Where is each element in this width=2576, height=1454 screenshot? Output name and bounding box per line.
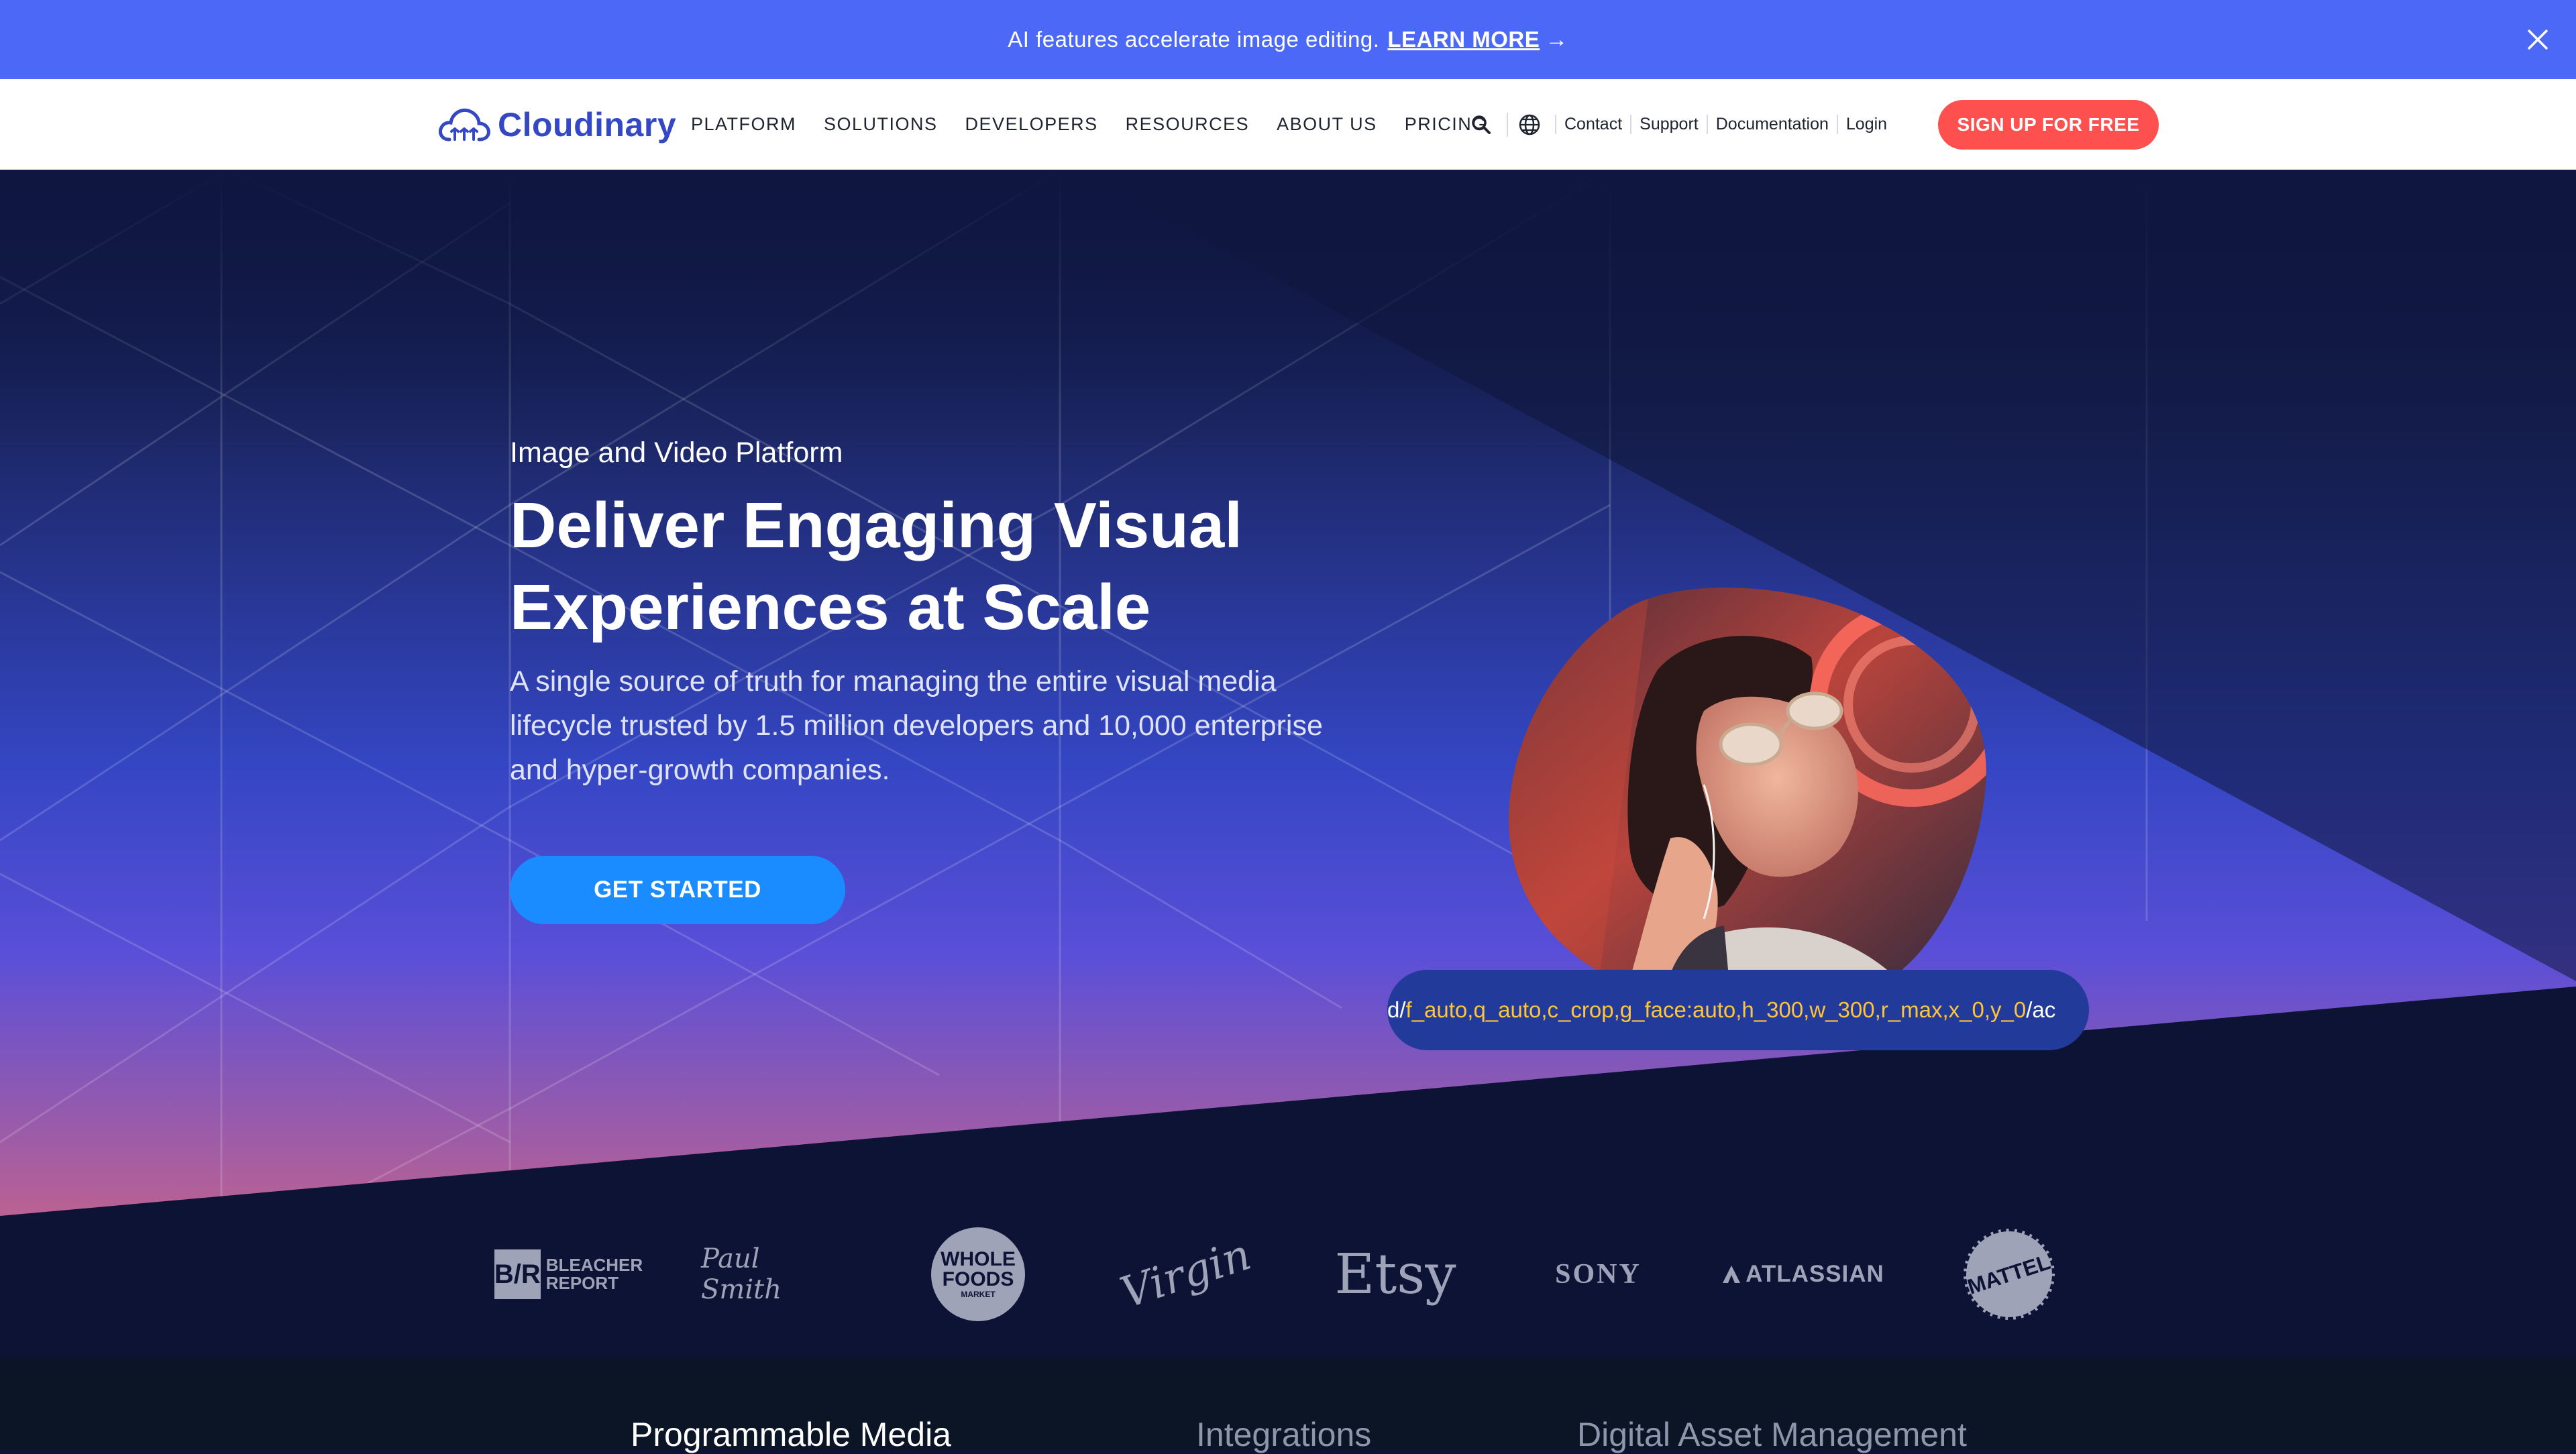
headline-line-2: Experiences at Scale — [510, 571, 1151, 643]
whole-foods-logo: WHOLE FOODS MARKET — [931, 1227, 1025, 1321]
cloud-logo-icon — [439, 108, 490, 142]
main-nav: Cloudinary PLATFORM SOLUTIONS DEVELOPERS… — [0, 79, 2576, 170]
learn-more-link[interactable]: LEARN MORE — [1387, 27, 1540, 52]
etsy-logo: Etsy — [1334, 1242, 1456, 1306]
url-suffix: /ac — [2026, 997, 2056, 1022]
url-prefix: d/ — [1387, 997, 1406, 1022]
signup-button[interactable]: SIGN UP FOR FREE — [1938, 100, 2159, 150]
hero-headline: Deliver Engaging Visual Experiences at S… — [510, 485, 1382, 649]
hero-subtext: A single source of truth for managing th… — [510, 665, 1323, 786]
menu-developers[interactable]: DEVELOPERS — [965, 114, 1098, 135]
hero-section: Image and Video Platform Deliver Engagin… — [0, 170, 2576, 1358]
paul-smith-logo: Paul Smith — [701, 1243, 782, 1305]
virgin-logo: Virgin — [1114, 1230, 1257, 1319]
bleacher-line-1: BLEACHER — [545, 1255, 643, 1275]
bleacher-report-logo: B/R BLEACHER REPORT — [494, 1227, 643, 1321]
announcement-text: AI features accelerate image editing. — [1008, 27, 1380, 52]
menu-solutions[interactable]: SOLUTIONS — [824, 114, 938, 135]
tab-digital-asset-management[interactable]: Digital Asset Management — [1577, 1415, 1967, 1454]
hero-eyebrow: Image and Video Platform — [510, 437, 843, 469]
tab-programmable-media[interactable]: Programmable Media — [631, 1415, 951, 1454]
tab-integrations[interactable]: Integrations — [1196, 1415, 1371, 1454]
menu-about-us[interactable]: ABOUT US — [1277, 114, 1377, 135]
transformation-url-bar: d/ f_auto,q_auto,c_crop,g_face:auto,h_30… — [1387, 970, 2089, 1050]
hero-portrait-image — [1509, 588, 1986, 999]
get-started-button[interactable]: GET STARTED — [510, 856, 845, 924]
customer-logos: B/R BLEACHER REPORT Paul Smith WHOLE FOO… — [0, 1190, 2576, 1358]
atlassian-mark-icon — [1723, 1266, 1741, 1283]
sony-logo: SONY — [1555, 1259, 1642, 1290]
announcement-bar: AI features accelerate image editing. LE… — [0, 0, 2576, 79]
logo[interactable]: Cloudinary — [437, 101, 676, 149]
documentation-link[interactable]: Documentation — [1706, 115, 1837, 134]
product-tabs: Programmable Media Integrations Digital … — [0, 1358, 2576, 1453]
url-params: f_auto,q_auto,c_crop,g_face:auto,h_300,w… — [1405, 997, 2027, 1022]
menu-resources[interactable]: RESOURCES — [1126, 114, 1250, 135]
atlassian-logo: ATLASSIAN — [1721, 1227, 1885, 1321]
bleacher-line-2: REPORT — [545, 1273, 619, 1293]
primary-menu: PLATFORM SOLUTIONS DEVELOPERS RESOURCES … — [691, 79, 1515, 170]
arrow-right-icon: → — [1545, 26, 1568, 52]
search-icon[interactable] — [1469, 113, 1493, 137]
mattel-logo: MATTEL — [1962, 1227, 2056, 1321]
bleacher-report-mark: B/R — [494, 1249, 541, 1299]
menu-platform[interactable]: PLATFORM — [691, 114, 796, 135]
close-icon[interactable] — [2518, 20, 2557, 59]
support-link[interactable]: Support — [1630, 115, 1707, 134]
whole-foods-word-1: WHOLE — [941, 1248, 1016, 1270]
headline-line-1: Deliver Engaging Visual — [510, 490, 1242, 561]
whole-foods-word-2: FOODS — [942, 1268, 1014, 1290]
utility-nav: Contact Support Documentation Login — [1469, 79, 1895, 170]
globe-icon[interactable] — [1507, 112, 1542, 137]
contact-link[interactable]: Contact — [1555, 115, 1630, 134]
logo-text: Cloudinary — [498, 106, 677, 144]
login-link[interactable]: Login — [1836, 115, 1895, 134]
whole-foods-word-3: MARKET — [961, 1290, 996, 1299]
